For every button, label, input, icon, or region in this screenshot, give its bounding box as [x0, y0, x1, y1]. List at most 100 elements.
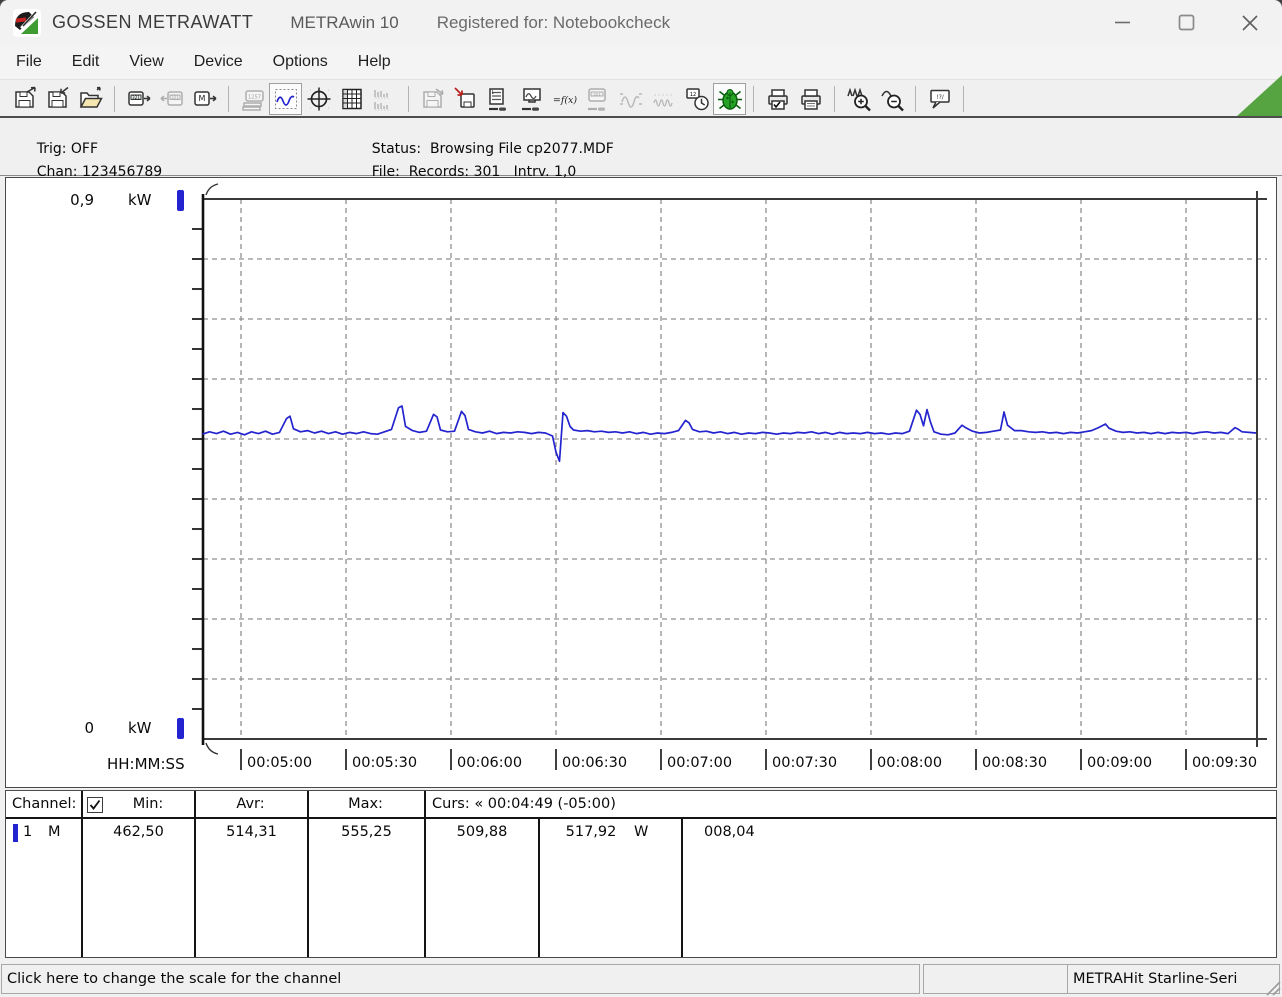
resize-grip[interactable]	[1263, 978, 1281, 996]
svg-text:321: 321	[132, 94, 140, 99]
x-tick-label: 00:07:30	[772, 755, 838, 771]
statusbar-middle	[923, 964, 1068, 994]
save-file-button[interactable]	[41, 83, 74, 115]
time-settings-button[interactable]: 12	[680, 83, 713, 115]
open-file-button[interactable]	[74, 83, 107, 115]
toolbar-separator	[963, 85, 964, 112]
svg-text:321: 321	[171, 94, 179, 99]
window-controls	[1090, 0, 1282, 45]
svg-text:321: 321	[593, 91, 601, 96]
status-bar: Click here to change the scale for the c…	[0, 962, 1282, 997]
chart-svg[interactable]	[6, 178, 1274, 785]
column-divider	[681, 819, 683, 957]
svg-text:M: M	[198, 94, 205, 103]
read-memory-button[interactable]: M	[188, 83, 221, 115]
export-file-button[interactable]	[8, 83, 41, 115]
print-preview-button[interactable]	[761, 83, 794, 115]
minimize-icon	[1114, 21, 1130, 24]
device-settings-button: 321	[581, 83, 614, 115]
live-bug-icon	[717, 88, 742, 110]
annotation-button[interactable]: !?∕	[923, 83, 956, 115]
time-settings-icon: 12	[685, 87, 709, 110]
menu-item-options[interactable]: Options	[258, 49, 343, 75]
channel-color-marker	[13, 824, 18, 842]
menu-item-device[interactable]: Device	[179, 49, 258, 75]
column-divider	[538, 819, 540, 957]
live-bug-button[interactable]	[713, 82, 746, 115]
chart-panel: 0,9 kW 0 kW HH:MM:SS 00:05:00 00:05:30 00:…	[5, 177, 1277, 788]
open-file-icon	[79, 86, 103, 108]
menu-item-edit[interactable]: Edit	[57, 49, 115, 75]
close-button[interactable]	[1218, 0, 1282, 45]
cursor-view-button[interactable]	[302, 83, 335, 115]
close-icon	[1242, 14, 1258, 31]
svg-text:=f(x): =f(x)	[552, 95, 577, 106]
toolbar: 321 321 M 1257 1 =f(x) 321 12 !?∕	[0, 75, 1282, 117]
menu-item-view[interactable]: View	[114, 49, 178, 75]
channel-visible-checkbox[interactable]	[87, 797, 103, 813]
print-button[interactable]	[794, 83, 827, 115]
minimize-button[interactable]	[1090, 0, 1154, 45]
formula-button[interactable]: =f(x)	[548, 83, 581, 115]
maximize-button[interactable]	[1154, 0, 1218, 45]
zoom-out-button[interactable]	[875, 83, 908, 115]
maximize-icon	[1178, 14, 1194, 31]
channel-table: Channel: Min: Avr: Max: Curs: « 00:04:49…	[5, 790, 1277, 958]
multimeter-view-icon: 1257	[241, 89, 264, 111]
menu-item-help[interactable]: Help	[343, 49, 406, 75]
export-file-icon	[14, 86, 36, 108]
export-data-icon	[422, 87, 444, 108]
channel-id[interactable]: 1	[23, 824, 32, 840]
app-title: METRAwin 10	[290, 12, 399, 32]
col-header-min[interactable]: Min:	[102, 796, 194, 812]
save-file-icon	[47, 86, 68, 108]
col-header-cursor[interactable]: Curs: « 00:04:49 (-05:00)	[432, 796, 616, 812]
display-settings-button[interactable]	[515, 83, 548, 115]
channel-scale-marker-top[interactable]	[177, 190, 184, 211]
menu-item-file[interactable]: File	[1, 49, 57, 75]
channel-cursor1-value: 509,88	[456, 824, 508, 840]
channel-settings-button[interactable]: 1	[482, 83, 515, 115]
y-axis-top-unit: kW	[128, 191, 152, 209]
col-header-max[interactable]: Max:	[307, 796, 424, 812]
import-data-button[interactable]	[449, 83, 482, 115]
column-divider	[307, 791, 309, 957]
registration-text: Registered for: Notebookcheck	[436, 12, 671, 32]
x-tick-label: 00:05:30	[352, 755, 418, 771]
send-device-icon: 321	[160, 90, 183, 106]
zoom-in-button[interactable]	[842, 83, 875, 115]
statusbar-hint[interactable]: Click here to change the scale for the c…	[1, 964, 920, 994]
column-divider	[424, 791, 426, 957]
read-device-button[interactable]: 321	[122, 83, 155, 115]
x-tick-label: 00:08:00	[877, 755, 943, 771]
chart-view-button[interactable]	[269, 82, 302, 115]
header-divider	[6, 817, 1276, 819]
histogram-view-icon	[373, 89, 390, 110]
toolbar-separator	[753, 85, 754, 112]
channel-avr-value: 514,31	[226, 824, 277, 840]
annotation-icon: !?∕	[929, 89, 950, 109]
column-divider	[81, 791, 83, 957]
sine-settings-icon	[619, 92, 642, 108]
col-header-avr[interactable]: Avr:	[194, 796, 307, 812]
svg-text:12: 12	[689, 92, 695, 98]
toolbar-separator	[114, 85, 115, 112]
info-bar: Trig: OFF Chan: 123456789 Status: Browsi…	[0, 116, 1282, 180]
y-axis-top-value: 0,9	[70, 191, 94, 209]
cursor-view-icon	[307, 87, 330, 110]
channel-cursor2-value: 517,92	[565, 824, 617, 840]
toolbar-separator	[834, 85, 835, 112]
toolbar-separator	[408, 85, 409, 112]
ripple-settings-icon	[652, 94, 674, 107]
svg-text:!?∕: !?∕	[936, 93, 945, 100]
channel-scale-marker-bottom[interactable]	[177, 718, 184, 739]
statusbar-device: METRAHit Starline-Seri	[1067, 964, 1280, 994]
x-tick-label: 00:05:00	[247, 755, 313, 771]
toolbar-separator	[228, 85, 229, 112]
toolbar-separator	[915, 85, 916, 112]
sine-settings-button	[614, 83, 647, 115]
x-axis-format-label: HH:MM:SS	[107, 755, 185, 773]
table-view-button[interactable]	[335, 83, 368, 115]
chart-view-icon	[274, 88, 297, 109]
export-data-button	[416, 83, 449, 115]
